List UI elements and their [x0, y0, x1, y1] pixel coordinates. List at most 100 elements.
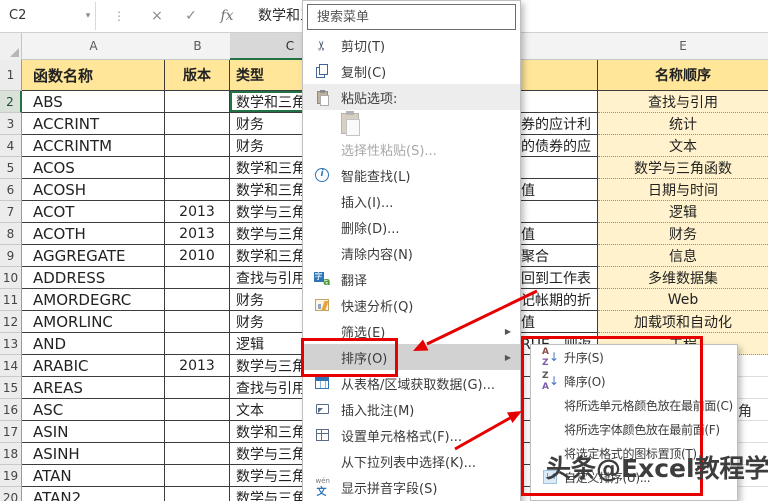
row-header[interactable]: 4	[0, 135, 22, 157]
row-header[interactable]: 11	[0, 289, 22, 311]
cell-name-order[interactable]: Web	[598, 289, 768, 311]
menu-item-cut[interactable]: ✂ 剪切(T)	[303, 32, 520, 58]
cell-function-name[interactable]: AGGREGATE	[22, 245, 165, 267]
menu-item-smart-lookup[interactable]: 智能查找(L)	[303, 162, 520, 188]
cell-version[interactable]: 2013	[165, 223, 230, 245]
menu-item-format-cells[interactable]: 设置单元格格式(F)...	[303, 422, 520, 448]
cell-version[interactable]: 2010	[165, 245, 230, 267]
menu-search-input[interactable]	[307, 4, 516, 30]
cell-name-order[interactable]: 文本	[598, 135, 768, 157]
cell-name-order[interactable]: 逻辑	[598, 201, 768, 223]
cell-function-name[interactable]: ACCRINT	[22, 113, 165, 135]
cell-name-order[interactable]: 财务	[598, 223, 768, 245]
cell-version[interactable]	[165, 157, 230, 179]
cell-version[interactable]	[165, 487, 230, 501]
row-header[interactable]: 17	[0, 421, 22, 443]
header-function-name[interactable]: 函数名称	[22, 60, 165, 91]
phonetic-icon	[314, 477, 331, 498]
row-header[interactable]: 15	[0, 377, 22, 399]
cell-version[interactable]	[165, 399, 230, 421]
cell-version[interactable]	[165, 465, 230, 487]
row-header[interactable]: 3	[0, 113, 22, 135]
cell-name-order[interactable]: 加载项和自动化	[598, 311, 768, 333]
cell-version[interactable]	[165, 113, 230, 135]
cell-name-order[interactable]: 日期与时间	[598, 179, 768, 201]
row-header[interactable]: 19	[0, 465, 22, 487]
submenu-arrow-icon: ▶	[504, 352, 511, 362]
cell-version[interactable]	[165, 267, 230, 289]
cell-version[interactable]: 2013	[165, 355, 230, 377]
cell-function-name[interactable]: ACCRINTM	[22, 135, 165, 157]
cell-name-order[interactable]: 数学与三角函数	[598, 157, 768, 179]
menu-item-insert-comment[interactable]: 插入批注(M)	[303, 396, 520, 422]
table-icon	[315, 377, 329, 389]
cell-name-order[interactable]: 信息	[598, 245, 768, 267]
cell-function-name[interactable]: ASINH	[22, 443, 165, 465]
cell-name-order[interactable]: 查找与引用	[598, 91, 768, 113]
paste-button[interactable]	[303, 110, 520, 136]
row-header[interactable]: 18	[0, 443, 22, 465]
cell-function-name[interactable]: ACOSH	[22, 179, 165, 201]
menu-item-pick-from-dropdown[interactable]: 从下拉列表中选择(K)...	[303, 448, 520, 474]
cell-function-name[interactable]: ASIN	[22, 421, 165, 443]
cell-version[interactable]	[165, 377, 230, 399]
cell-function-name[interactable]: ATAN2	[22, 487, 165, 501]
cell-version[interactable]	[165, 179, 230, 201]
menu-item-insert[interactable]: 插入(I)...	[303, 188, 520, 214]
cancel-icon[interactable]: ×	[142, 2, 172, 30]
menu-item-label: 快速分析(Q)	[341, 299, 414, 315]
cell-version[interactable]	[165, 135, 230, 157]
cell-name-order[interactable]: 多维数据集	[598, 267, 768, 289]
cell-function-name[interactable]: ADDRESS	[22, 267, 165, 289]
menu-item-translate[interactable]: 翻译	[303, 266, 520, 292]
cell-function-name[interactable]: ASC	[22, 399, 165, 421]
row-header[interactable]: 14	[0, 355, 22, 377]
menu-item-delete[interactable]: 删除(D)...	[303, 214, 520, 240]
cell-function-name[interactable]: ACOT	[22, 201, 165, 223]
cell-function-name[interactable]: AMORLINC	[22, 311, 165, 333]
row-header[interactable]: 5	[0, 157, 22, 179]
name-box-dropdown-icon[interactable]: ▾	[80, 2, 96, 30]
row-header[interactable]: 16	[0, 399, 22, 421]
cell-version[interactable]	[165, 289, 230, 311]
cell-function-name[interactable]: ABS	[22, 91, 165, 113]
cell-version[interactable]	[165, 443, 230, 465]
cell-function-name[interactable]: AMORDEGRC	[22, 289, 165, 311]
row-header[interactable]: 1	[0, 60, 22, 91]
menu-item-quick-analysis[interactable]: 快速分析(Q)	[303, 292, 520, 318]
row-header[interactable]: 8	[0, 223, 22, 245]
row-header[interactable]: 2	[0, 91, 22, 113]
row-header[interactable]: 7	[0, 201, 22, 223]
column-header-b[interactable]: B	[165, 33, 230, 60]
row-header[interactable]: 13	[0, 333, 22, 355]
formula-input[interactable]: 数学和三角函数	[258, 2, 302, 30]
cell-function-name[interactable]: ACOTH	[22, 223, 165, 245]
menu-item-copy[interactable]: 复制(C)	[303, 58, 520, 84]
menu-item-paste-options: 粘贴选项:	[303, 84, 520, 110]
insert-function-icon[interactable]: fx	[212, 2, 242, 30]
cell-function-name[interactable]: ATAN	[22, 465, 165, 487]
row-header[interactable]: 9	[0, 245, 22, 267]
column-header-a[interactable]: A	[22, 33, 165, 60]
row-header[interactable]: 20	[0, 487, 22, 501]
cell-version[interactable]: 2013	[165, 201, 230, 223]
cell-version[interactable]	[165, 311, 230, 333]
cell-version[interactable]	[165, 333, 230, 355]
cell-function-name[interactable]: ARABIC	[22, 355, 165, 377]
cell-version[interactable]	[165, 91, 230, 113]
row-header[interactable]: 6	[0, 179, 22, 201]
more-options-icon[interactable]: ⋮	[112, 2, 126, 30]
cell-function-name[interactable]: AREAS	[22, 377, 165, 399]
row-header[interactable]: 12	[0, 311, 22, 333]
cell-function-name[interactable]: ACOS	[22, 157, 165, 179]
cell-name-order[interactable]: 统计	[598, 113, 768, 135]
menu-item-show-phonetic[interactable]: 显示拼音字段(S)	[303, 474, 520, 500]
confirm-icon[interactable]: ✓	[176, 2, 206, 30]
header-version[interactable]: 版本	[165, 60, 230, 91]
row-header[interactable]: 10	[0, 267, 22, 289]
column-header-e[interactable]: E	[598, 33, 768, 60]
cell-function-name[interactable]: AND	[22, 333, 165, 355]
cell-version[interactable]	[165, 421, 230, 443]
header-name-order[interactable]: 名称顺序	[598, 60, 768, 91]
menu-item-clear-contents[interactable]: 清除内容(N)	[303, 240, 520, 266]
